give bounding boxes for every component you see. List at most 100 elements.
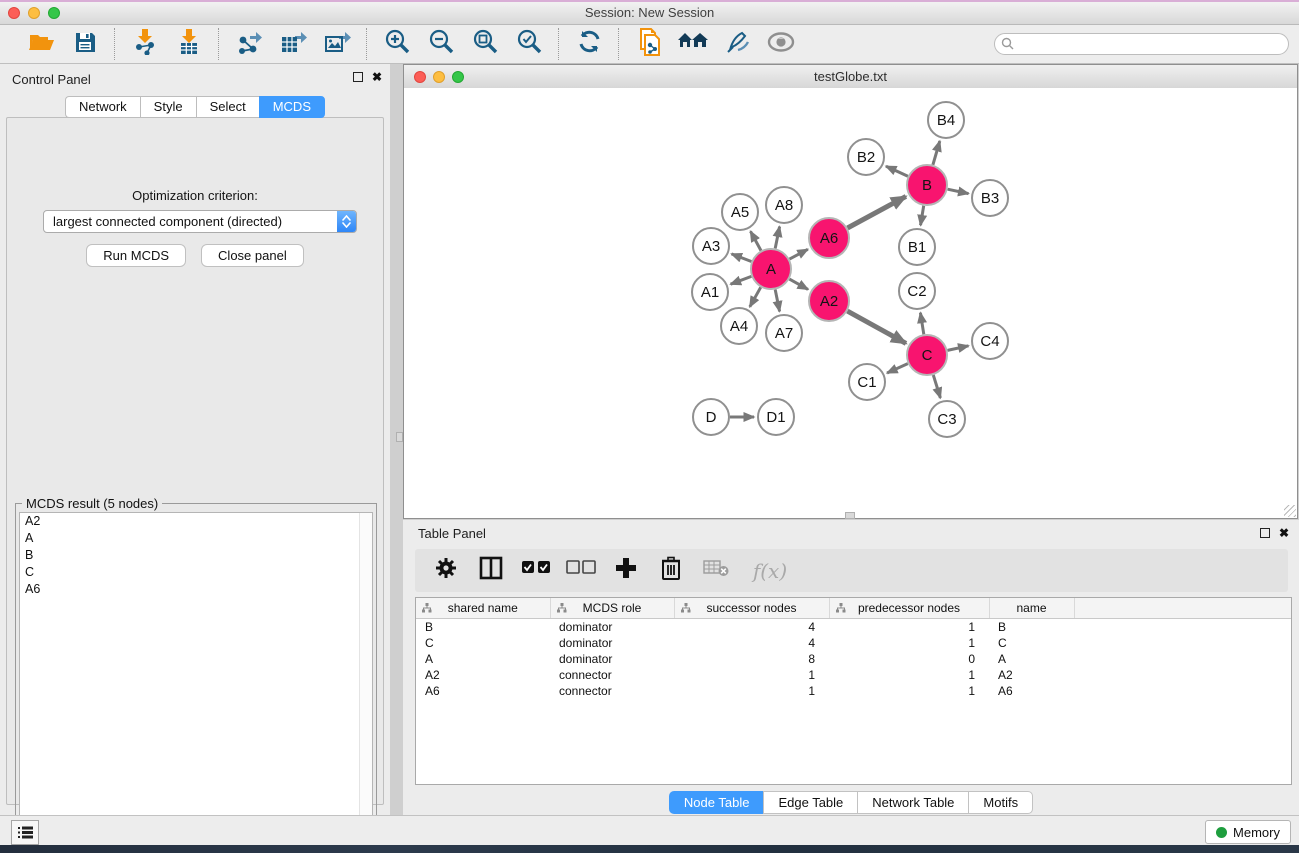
refresh-network-button[interactable] bbox=[574, 29, 604, 59]
result-list-item[interactable]: A2 bbox=[20, 513, 372, 530]
zoom-selected-button[interactable] bbox=[514, 29, 544, 59]
delete-columns-button[interactable] bbox=[657, 557, 685, 585]
close-table-panel-icon[interactable]: ✖ bbox=[1279, 528, 1289, 538]
cell-name[interactable]: A2 bbox=[989, 667, 1074, 683]
export-network-button[interactable] bbox=[234, 29, 264, 59]
cell-predecessor-nodes[interactable]: 1 bbox=[829, 619, 989, 636]
select-all-rows-button[interactable] bbox=[522, 557, 550, 585]
tab-motifs[interactable]: Motifs bbox=[968, 791, 1033, 814]
cell-successor-nodes[interactable]: 1 bbox=[674, 667, 829, 683]
tab-select[interactable]: Select bbox=[196, 96, 259, 118]
column-header-successor-nodes[interactable]: successor nodes bbox=[674, 598, 829, 619]
criterion-dropdown[interactable]: largest connected component (directed) bbox=[43, 210, 357, 233]
table-row[interactable]: Cdominator41C bbox=[416, 635, 1291, 651]
column-selector-button[interactable] bbox=[477, 557, 505, 585]
result-list-item[interactable]: A6 bbox=[20, 581, 372, 598]
column-header-predecessor-nodes[interactable]: predecessor nodes bbox=[829, 598, 989, 619]
zoom-fit-button[interactable] bbox=[470, 29, 500, 59]
import-network-button[interactable] bbox=[130, 29, 160, 59]
cell-predecessor-nodes[interactable]: 0 bbox=[829, 651, 989, 667]
float-table-panel-icon[interactable] bbox=[1260, 528, 1270, 538]
graph-edge-C-C4[interactable] bbox=[948, 346, 969, 351]
graph-edge-B-B2[interactable] bbox=[886, 166, 908, 176]
add-column-button[interactable] bbox=[612, 557, 640, 585]
cell-successor-nodes[interactable]: 4 bbox=[674, 619, 829, 636]
tab-network-table[interactable]: Network Table bbox=[857, 791, 968, 814]
column-header-name[interactable]: name bbox=[989, 598, 1074, 619]
cell-successor-nodes[interactable]: 4 bbox=[674, 635, 829, 651]
network-window-titlebar[interactable]: testGlobe.txt bbox=[404, 65, 1297, 89]
show-graphics-details-button[interactable] bbox=[766, 29, 796, 59]
save-session-button[interactable] bbox=[70, 29, 100, 59]
tab-style[interactable]: Style bbox=[140, 96, 196, 118]
cell-shared-name[interactable]: C bbox=[416, 635, 550, 651]
import-table-button[interactable] bbox=[174, 29, 204, 59]
memory-button[interactable]: Memory bbox=[1205, 820, 1291, 844]
cell-MCDS-role[interactable]: dominator bbox=[550, 651, 674, 667]
graph-edge-A-A7[interactable] bbox=[775, 290, 779, 312]
table-row[interactable]: A2connector11A2 bbox=[416, 667, 1291, 683]
open-session-button[interactable] bbox=[26, 29, 56, 59]
graph-edge-A6-B[interactable] bbox=[848, 196, 906, 228]
table-options-gear-button[interactable] bbox=[432, 557, 460, 585]
column-header-MCDS-role[interactable]: MCDS role bbox=[550, 598, 674, 619]
graph-edge-A-A4[interactable] bbox=[750, 287, 761, 307]
cell-name[interactable]: A bbox=[989, 651, 1074, 667]
graph-edge-A-A6[interactable] bbox=[790, 249, 808, 259]
hide-annotations-button[interactable] bbox=[722, 29, 752, 59]
graph-edge-C-C2[interactable] bbox=[920, 313, 923, 335]
graph-edge-B-B4[interactable] bbox=[933, 141, 940, 165]
zoom-out-button[interactable] bbox=[426, 29, 456, 59]
export-table-button[interactable] bbox=[278, 29, 308, 59]
cell-MCDS-role[interactable]: dominator bbox=[550, 619, 674, 636]
cell-name[interactable]: C bbox=[989, 635, 1074, 651]
cell-name[interactable]: A6 bbox=[989, 683, 1074, 699]
graph-edge-A-A5[interactable] bbox=[751, 231, 762, 250]
graph-edge-B-B1[interactable] bbox=[921, 206, 924, 226]
window-resize-grip[interactable] bbox=[1284, 505, 1296, 517]
tab-mcds[interactable]: MCDS bbox=[259, 96, 325, 118]
mcds-result-list[interactable]: A2ABCA6 bbox=[19, 512, 373, 845]
home-layout-button[interactable] bbox=[678, 29, 708, 59]
cell-MCDS-role[interactable]: connector bbox=[550, 683, 674, 699]
cell-shared-name[interactable]: A2 bbox=[416, 667, 550, 683]
graph-edge-A-A2[interactable] bbox=[789, 279, 808, 289]
result-list-item[interactable]: B bbox=[20, 547, 372, 564]
tab-node-table[interactable]: Node Table bbox=[669, 791, 764, 814]
graph-edge-A-A1[interactable] bbox=[731, 276, 752, 284]
graph-edge-C-C1[interactable] bbox=[887, 364, 908, 373]
deselect-all-rows-button[interactable] bbox=[567, 557, 595, 585]
vertical-divider-handle[interactable] bbox=[396, 432, 403, 442]
export-image-button[interactable] bbox=[322, 29, 352, 59]
zoom-in-button[interactable] bbox=[382, 29, 412, 59]
cell-shared-name[interactable]: A6 bbox=[416, 683, 550, 699]
table-row[interactable]: Adominator80A bbox=[416, 651, 1291, 667]
network-canvas[interactable]: B4B2BB3A8A5A6A3B1AA1C2A2A4A7C4CC1C3DD1 bbox=[404, 88, 1297, 518]
result-list-item[interactable]: A bbox=[20, 530, 372, 547]
cell-successor-nodes[interactable]: 8 bbox=[674, 651, 829, 667]
table-row[interactable]: A6connector11A6 bbox=[416, 683, 1291, 699]
close-panel-icon[interactable]: ✖ bbox=[372, 72, 382, 82]
close-panel-button[interactable]: Close panel bbox=[201, 244, 304, 267]
tab-edge-table[interactable]: Edge Table bbox=[763, 791, 857, 814]
cell-name[interactable]: B bbox=[989, 619, 1074, 636]
graph-edge-B-B3[interactable] bbox=[948, 189, 969, 193]
copy-network-style-button[interactable] bbox=[634, 29, 664, 59]
result-list-scrollbar[interactable] bbox=[359, 513, 372, 844]
task-history-button[interactable] bbox=[11, 820, 39, 845]
horizontal-divider-handle[interactable] bbox=[845, 512, 855, 519]
run-mcds-button[interactable]: Run MCDS bbox=[86, 244, 186, 267]
search-input[interactable] bbox=[994, 33, 1289, 55]
tab-network[interactable]: Network bbox=[65, 96, 140, 118]
graph-edge-A-A3[interactable] bbox=[732, 254, 752, 262]
cell-shared-name[interactable]: B bbox=[416, 619, 550, 636]
graph-edge-C-C3[interactable] bbox=[933, 375, 940, 398]
graph-edge-A-A8[interactable] bbox=[775, 227, 779, 249]
cell-MCDS-role[interactable]: connector bbox=[550, 667, 674, 683]
result-list-item[interactable]: C bbox=[20, 564, 372, 581]
column-header-shared-name[interactable]: shared name bbox=[416, 598, 550, 619]
cell-shared-name[interactable]: A bbox=[416, 651, 550, 667]
graph-edge-A2-C[interactable] bbox=[847, 311, 906, 343]
cell-predecessor-nodes[interactable]: 1 bbox=[829, 635, 989, 651]
table-row[interactable]: Bdominator41B bbox=[416, 619, 1291, 636]
